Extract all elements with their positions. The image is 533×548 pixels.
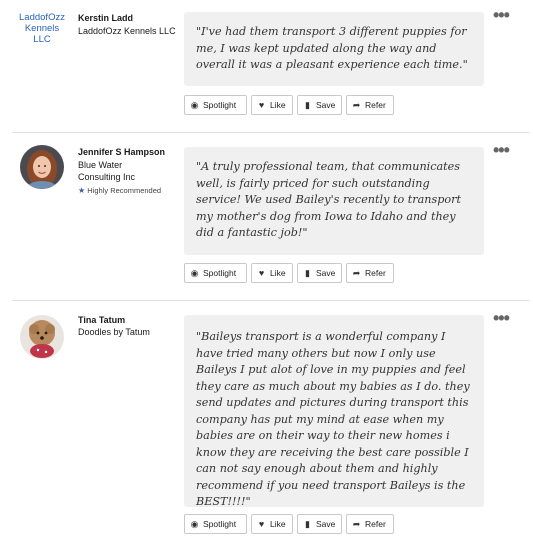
- quote-box: "I've had them transport 3 different pup…: [184, 12, 484, 86]
- spotlight-button[interactable]: ◉ Spotlight: [184, 95, 247, 115]
- spotlight-icon: ◉: [190, 518, 199, 529]
- more-options-icon[interactable]: •••: [493, 6, 510, 24]
- refer-button[interactable]: ➦ Refer: [346, 263, 394, 283]
- like-button[interactable]: ♥ Like: [251, 263, 293, 283]
- star-icon: ★: [78, 186, 86, 195]
- like-label: Like: [270, 100, 286, 110]
- review-actions: ◉ Spotlight ♥ Like ▮ Save ➦ Refer: [184, 514, 394, 534]
- avatar[interactable]: [20, 145, 64, 189]
- save-button[interactable]: ▮ Save: [297, 95, 342, 115]
- bookmark-icon: ▮: [305, 99, 310, 110]
- reviewer-company: Doodles by Tatum: [78, 327, 150, 337]
- reviewer-name[interactable]: Tina Tatum: [78, 315, 125, 325]
- bookmark-icon: ▮: [305, 267, 310, 278]
- save-label: Save: [316, 268, 336, 278]
- bookmark-icon: ▮: [305, 518, 310, 529]
- spotlight-button[interactable]: ◉ Spotlight: [184, 263, 247, 283]
- refer-button[interactable]: ➦ Refer: [346, 514, 394, 534]
- share-arrow-icon: ➦: [352, 99, 361, 110]
- quote-box: "A truly professional team, that communi…: [184, 147, 484, 255]
- spotlight-label: Spotlight: [203, 100, 237, 110]
- refer-label: Refer: [365, 100, 386, 110]
- save-button[interactable]: ▮ Save: [297, 514, 342, 534]
- spotlight-button[interactable]: ◉ Spotlight: [184, 514, 247, 534]
- refer-button[interactable]: ➦ Refer: [346, 95, 394, 115]
- avatar[interactable]: [20, 315, 64, 359]
- review-card: Tina Tatum Doodles by Tatum "Baileys tra…: [0, 301, 533, 548]
- like-label: Like: [270, 268, 286, 278]
- review-card: LaddofOzz Kennels LLC Kerstin Ladd Laddo…: [0, 0, 533, 130]
- more-options-icon[interactable]: •••: [493, 141, 510, 159]
- spotlight-label: Spotlight: [203, 268, 237, 278]
- spotlight-label: Spotlight: [203, 519, 237, 529]
- heart-icon: ♥: [258, 100, 265, 110]
- status-badge: ★ Highly Recommended: [78, 186, 161, 195]
- reviewer-name[interactable]: Kerstin Ladd: [78, 13, 133, 23]
- spotlight-icon: ◉: [190, 99, 199, 110]
- reviewer-company: Blue Water Consulting Inc: [78, 160, 136, 182]
- refer-label: Refer: [365, 519, 386, 529]
- spotlight-icon: ◉: [190, 267, 199, 278]
- refer-label: Refer: [365, 268, 386, 278]
- like-button[interactable]: ♥ Like: [251, 514, 293, 534]
- reviewer-company: LaddofOzz Kennels LLC: [78, 26, 176, 36]
- heart-icon: ♥: [258, 519, 265, 529]
- review-quote: "A truly professional team, that communi…: [196, 160, 461, 239]
- quote-box: "Baileys transport is a wonderful compan…: [184, 315, 484, 508]
- share-arrow-icon: ➦: [352, 518, 361, 529]
- save-label: Save: [316, 100, 336, 110]
- review-actions: ◉ Spotlight ♥ Like ▮ Save ➦ Refer: [184, 95, 394, 115]
- review-quote: "I've had them transport 3 different pup…: [196, 25, 468, 71]
- company-logo[interactable]: LaddofOzz Kennels LLC: [16, 12, 68, 52]
- save-button[interactable]: ▮ Save: [297, 263, 342, 283]
- review-actions: ◉ Spotlight ♥ Like ▮ Save ➦ Refer: [184, 263, 394, 283]
- badge-label: Highly Recommended: [87, 186, 162, 195]
- like-label: Like: [270, 519, 286, 529]
- review-quote: "Baileys transport is a wonderful compan…: [196, 330, 470, 508]
- more-options-icon[interactable]: •••: [493, 309, 510, 327]
- reviewer-name[interactable]: Jennifer S Hampson: [78, 147, 165, 157]
- heart-icon: ♥: [258, 268, 265, 278]
- save-label: Save: [316, 519, 336, 529]
- share-arrow-icon: ➦: [352, 267, 361, 278]
- review-card: Jennifer S Hampson Blue Water Consulting…: [0, 133, 533, 300]
- like-button[interactable]: ♥ Like: [251, 95, 293, 115]
